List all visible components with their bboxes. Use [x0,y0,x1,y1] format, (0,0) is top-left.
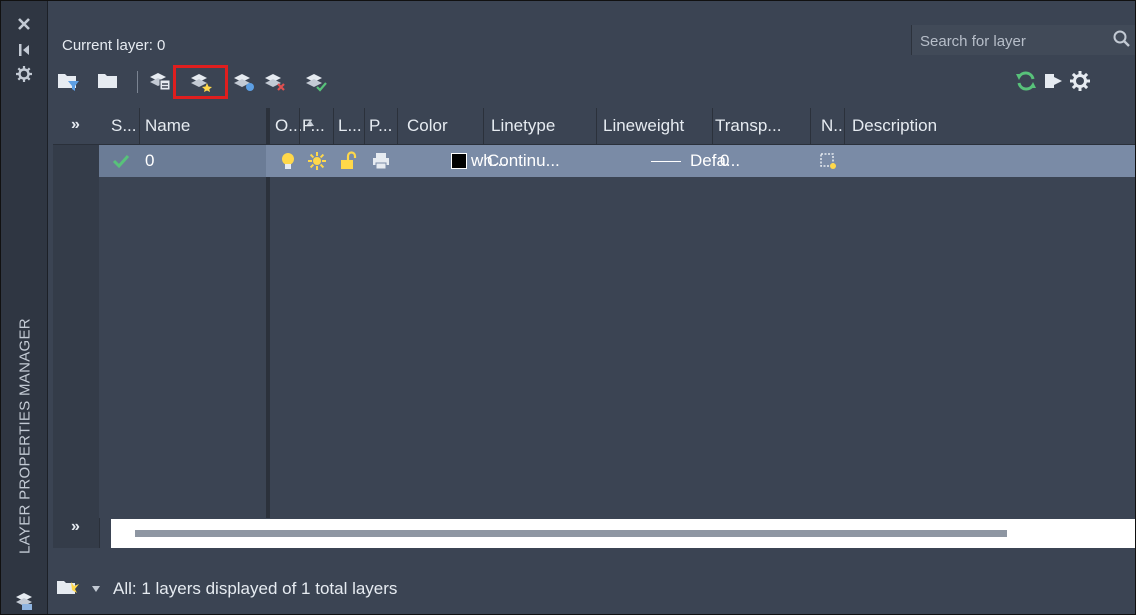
properties-gear-icon[interactable] [15,65,33,83]
col-divider[interactable] [299,108,300,144]
close-icon[interactable] [15,15,33,33]
scrollbar-thumb[interactable] [135,530,1007,537]
col-lineweight[interactable]: Lineweight [603,108,684,144]
col-divider[interactable] [333,108,334,144]
layer-transparency[interactable]: 0 [720,145,729,177]
delete-layer-button[interactable] [262,67,288,95]
new-property-filter-button[interactable] [55,67,81,95]
search-box[interactable] [911,25,1135,55]
col-name[interactable]: Name [145,108,190,144]
layer-properties-manager-window: LAYER PROPERTIES MANAGER Current layer: … [0,0,1136,615]
layer-settings-arrow-button[interactable] [1041,67,1067,95]
status-text: All: 1 layers displayed of 1 total layer… [113,579,398,598]
lightbulb-on-icon[interactable] [278,151,298,171]
col-divider[interactable] [712,108,713,144]
col-divider[interactable] [397,108,398,144]
layer-settings-arrow-icon [1045,74,1062,88]
col-description[interactable]: Description [852,108,937,144]
printer-icon[interactable] [371,151,391,171]
col-transparency[interactable]: Transp... [715,108,781,144]
refresh-icon [1016,71,1036,91]
layer-name[interactable]: 0 [145,145,154,177]
layer-linetype[interactable]: Continu... [487,145,560,177]
filter-tree-gutter [53,108,100,548]
delete-layer-icon [265,74,285,91]
set-current-icon [306,74,327,92]
col-divider[interactable] [596,108,597,144]
search-icon[interactable] [1112,29,1132,49]
filter-dropdown-arrow-icon[interactable] [92,586,100,592]
new-layer-vp-frozen-icon [234,74,254,91]
settings-button[interactable] [1067,67,1093,95]
col-divider[interactable] [844,108,845,144]
new-group-filter-button[interactable] [95,67,121,95]
refresh-button[interactable] [1013,67,1039,95]
color-swatch[interactable] [451,153,467,169]
sun-thawed-icon[interactable] [307,151,327,171]
col-divider[interactable] [139,108,140,144]
set-current-button[interactable] [303,67,329,95]
col-divider[interactable] [483,108,484,144]
filter-folder-icon[interactable] [55,576,81,598]
layer-grid: » » S... Name O... F... L... P... Color … [53,108,1135,548]
toolbar-separator [137,71,138,93]
col-freeze[interactable]: F... [302,108,325,144]
col-status[interactable]: S... [111,108,137,144]
new-property-filter-icon [58,74,79,91]
auto-hide-icon[interactable] [15,41,33,59]
new-layer-vp-frozen-button[interactable] [231,67,257,95]
search-input[interactable] [918,29,1102,53]
col-lock[interactable]: L... [338,108,362,144]
layer-states-manager-button[interactable] [147,67,173,95]
current-layer-label: Current layer: 0 [62,37,166,54]
lineweight-sample [651,161,681,162]
table-row[interactable]: 0 wh... Continu... Defa... 0 [99,145,1135,177]
palette-title-bar: LAYER PROPERTIES MANAGER [1,1,48,614]
col-divider[interactable] [810,108,811,144]
highlight-box [173,65,228,99]
col-plot[interactable]: P... [369,108,392,144]
current-layer-check-icon [112,154,130,169]
column-header-row: S... Name O... F... L... P... Color Line… [99,108,1135,145]
layer-stack-icon [16,593,32,610]
unlock-icon[interactable] [338,151,358,171]
horizontal-scrollbar[interactable] [111,519,1135,548]
col-new-vp-freeze[interactable]: N.. [821,108,843,144]
expand-filter-pane-button[interactable]: » [71,116,80,134]
palette-title: LAYER PROPERTIES MANAGER [16,318,34,554]
col-divider[interactable] [364,108,365,144]
new-vp-freeze-icon[interactable] [818,151,838,171]
layer-states-manager-icon [150,73,171,91]
col-color[interactable]: Color [407,108,448,144]
expand-filter-pane-bottom-button[interactable]: » [71,518,80,536]
layer-lineweight[interactable]: Defa... [690,145,740,177]
settings-icon [1070,71,1090,91]
col-linetype[interactable]: Linetype [491,108,555,144]
new-group-filter-icon [98,74,117,88]
